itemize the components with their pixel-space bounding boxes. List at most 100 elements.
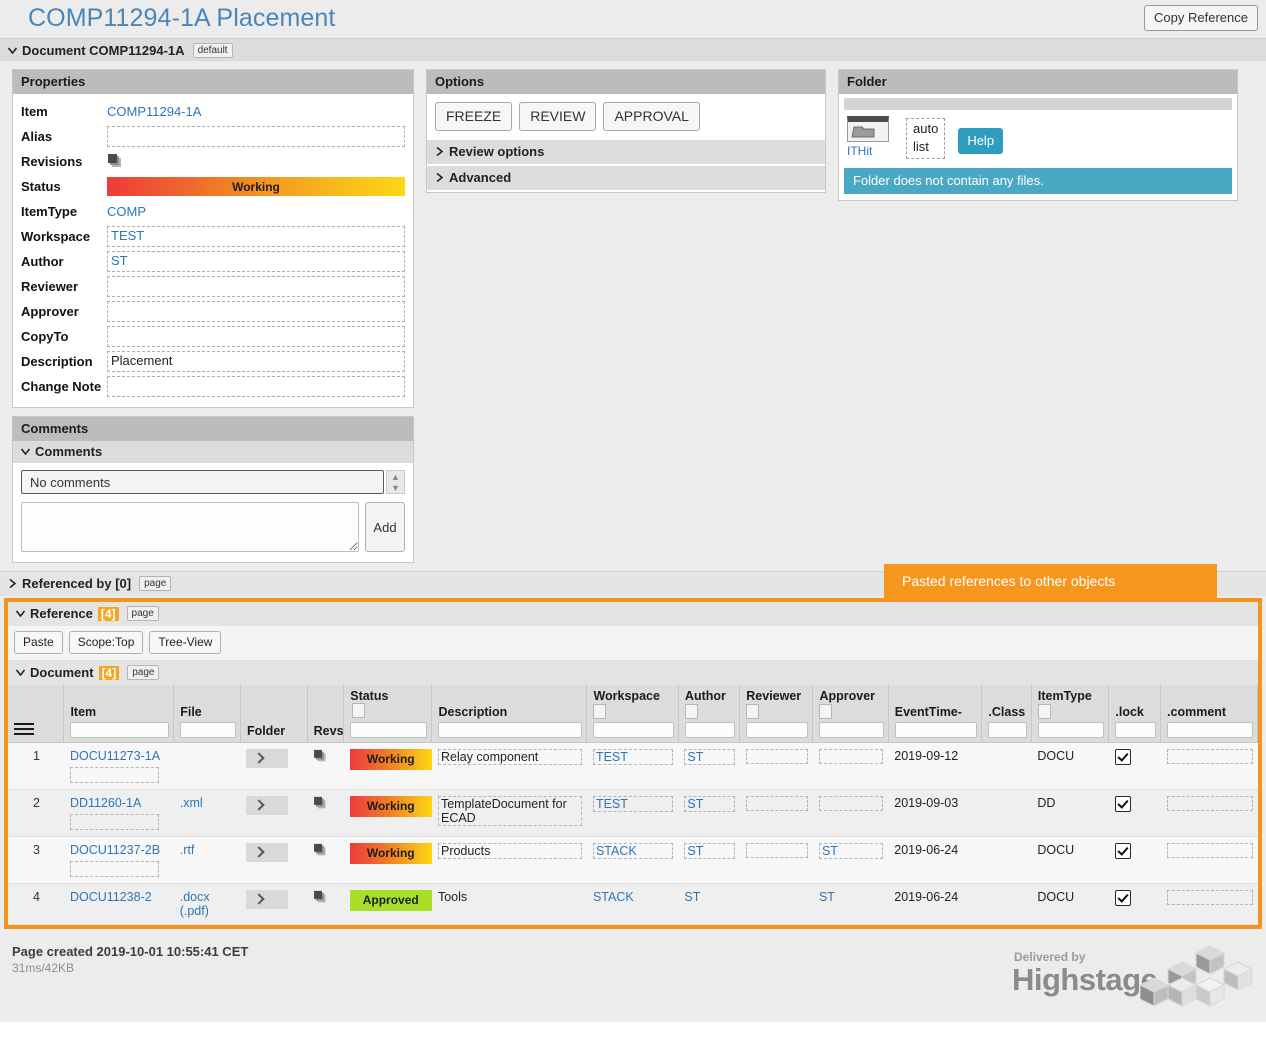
cell-file[interactable]: .rtf (173, 836, 241, 884)
cell-approver[interactable] (812, 742, 889, 790)
reference-header[interactable]: Reference [4] page (8, 602, 1258, 626)
description-value[interactable]: Products (437, 843, 582, 859)
chevron-down-icon[interactable] (19, 445, 32, 458)
alias-slot[interactable] (69, 767, 159, 783)
cell-approver[interactable]: ST (812, 836, 889, 884)
author-input[interactable]: ST (107, 251, 405, 272)
chevron-down-icon[interactable] (6, 44, 19, 57)
file-link[interactable]: .xml (180, 796, 203, 810)
column-lock[interactable]: .lock (1108, 685, 1162, 743)
author-picker-icon[interactable] (684, 704, 698, 719)
comments-scroll-spinner[interactable]: ▲ ▼ (386, 470, 405, 494)
filter-status[interactable] (350, 722, 428, 738)
folder-icon-wrap[interactable]: ITHit (847, 116, 893, 158)
comment-input[interactable] (21, 502, 359, 552)
copyto-input[interactable] (107, 326, 405, 347)
chevron-right-icon[interactable] (433, 171, 446, 184)
alias-slot[interactable] (69, 861, 159, 877)
lock-checkbox[interactable] (1114, 796, 1131, 812)
itemtype-link[interactable]: COMP (107, 204, 146, 219)
revisions-stack-icon[interactable] (107, 153, 405, 170)
column-folder[interactable]: Folder (240, 685, 308, 743)
column-itemtype[interactable]: ItemType (1031, 685, 1110, 743)
chevron-down-icon[interactable]: ▼ (387, 482, 404, 493)
document-page-tag[interactable]: page (127, 665, 160, 680)
cell-comment[interactable] (1160, 883, 1258, 925)
cell-reviewer[interactable] (739, 742, 813, 790)
cell-item[interactable]: DOCU11273-1A (63, 742, 174, 790)
column-description[interactable]: Description (431, 685, 588, 743)
cell-reviewer[interactable] (739, 789, 813, 837)
open-folder-icon[interactable] (847, 116, 889, 142)
reviewer-value[interactable] (745, 843, 808, 858)
revisions-stack-icon[interactable] (313, 890, 331, 908)
chevron-right-icon[interactable] (6, 577, 19, 590)
chevron-down-icon[interactable] (14, 607, 27, 620)
author-value[interactable]: ST (684, 890, 700, 904)
filter-comment[interactable] (1167, 722, 1253, 738)
cell-description[interactable]: TemplateDocument for ECAD (431, 789, 587, 837)
filter-item[interactable] (70, 722, 170, 738)
reviewer-input[interactable] (107, 276, 405, 297)
itemtype-picker-icon[interactable] (1037, 704, 1051, 719)
cell-workspace[interactable]: STACK (586, 883, 679, 925)
cell-folder[interactable] (240, 883, 308, 925)
help-button[interactable]: Help (958, 128, 1004, 154)
folder-expand-button[interactable] (246, 749, 289, 768)
description-value[interactable]: TemplateDocument for ECAD (437, 796, 582, 826)
approver-input[interactable] (107, 301, 405, 322)
comment-value[interactable] (1166, 890, 1253, 905)
document-group-header[interactable]: Document [4] page (8, 661, 1258, 685)
cell-file[interactable]: .docx (.pdf) (173, 883, 241, 925)
folder-expand-button[interactable] (246, 796, 289, 815)
workspace-value[interactable]: TEST (592, 749, 674, 765)
table-menu-header[interactable] (8, 685, 65, 743)
file-link[interactable]: .rtf (180, 843, 195, 857)
filter-eventtime[interactable] (894, 722, 978, 738)
comment-value[interactable] (1166, 843, 1253, 858)
filter-lock[interactable] (1115, 722, 1157, 738)
comment-value[interactable] (1166, 749, 1253, 764)
cell-comment[interactable] (1160, 789, 1258, 837)
author-value[interactable]: ST (684, 749, 735, 765)
cell-revs[interactable] (307, 742, 344, 790)
copy-reference-button[interactable]: Copy Reference (1144, 5, 1258, 31)
cell-lock[interactable] (1108, 836, 1161, 884)
revisions-stack-icon[interactable] (313, 796, 331, 814)
cell-item[interactable]: DOCU11237-2B (63, 836, 174, 884)
workspace-picker-icon[interactable] (593, 704, 607, 719)
review-button[interactable]: REVIEW (519, 102, 597, 131)
item-link[interactable]: DOCU11237-2B (70, 843, 169, 857)
description-input[interactable]: Placement (107, 351, 405, 372)
cell-folder[interactable] (240, 742, 308, 790)
chevron-right-icon[interactable] (433, 145, 446, 158)
cell-author[interactable]: ST (678, 836, 740, 884)
hamburger-menu-icon[interactable] (14, 723, 34, 735)
referenced-by-page-tag[interactable]: page (139, 576, 172, 591)
revisions-stack-icon[interactable] (313, 843, 331, 861)
approver-value[interactable]: ST (819, 890, 835, 904)
file-link[interactable]: .docx (.pdf) (180, 890, 210, 918)
lock-checkbox[interactable] (1114, 843, 1131, 859)
reviewer-value[interactable] (745, 796, 808, 811)
chevron-down-icon[interactable] (14, 666, 27, 679)
filter-approver[interactable] (819, 722, 884, 738)
comment-value[interactable] (1166, 796, 1253, 811)
cell-workspace[interactable]: TEST (586, 742, 679, 790)
cell-lock[interactable] (1108, 883, 1161, 925)
column-author[interactable]: Author (678, 685, 741, 743)
column-comment[interactable]: .comment (1160, 685, 1258, 743)
cell-folder[interactable] (240, 789, 308, 837)
column-file[interactable]: File (173, 685, 241, 743)
description-value[interactable]: Relay component (437, 749, 582, 765)
item-link[interactable]: DOCU11273-1A (70, 749, 169, 763)
cell-author[interactable]: ST (678, 883, 740, 925)
auto-list-group[interactable]: auto list (906, 116, 946, 159)
filter-author[interactable] (684, 722, 736, 738)
approver-value[interactable] (818, 796, 884, 811)
item-link[interactable]: COMP11294-1A (107, 104, 201, 119)
column-status[interactable]: Status (343, 685, 433, 743)
folder-expand-button[interactable] (246, 843, 289, 862)
column-revs[interactable]: Revs (307, 685, 345, 743)
reference-page-tag[interactable]: page (126, 606, 159, 621)
